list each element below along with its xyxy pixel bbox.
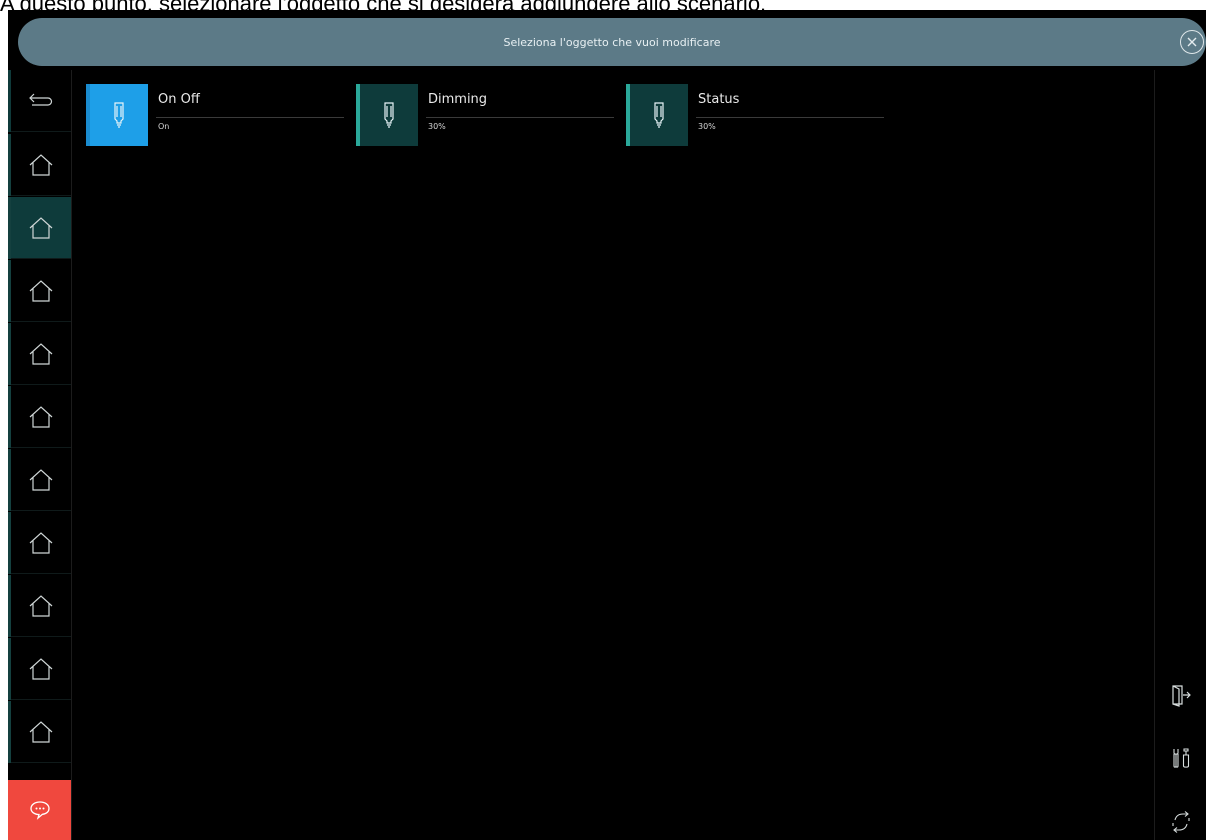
home-icon — [29, 343, 53, 365]
chat-bubble-icon — [29, 801, 50, 820]
sidebar-room-item[interactable] — [8, 134, 71, 196]
home-icon — [29, 217, 53, 239]
object-tile[interactable]: Status 30% — [626, 84, 886, 146]
bulb-icon — [384, 102, 394, 128]
bulb-icon — [654, 102, 664, 128]
home-icon — [29, 658, 53, 680]
tile-value: On — [158, 122, 170, 131]
tile-name: Status — [698, 92, 740, 107]
sidebar-room-item[interactable] — [8, 701, 71, 763]
object-tile[interactable]: On Off On — [86, 84, 346, 146]
home-icon — [29, 469, 53, 491]
tile-divider — [426, 117, 614, 118]
back-button[interactable] — [8, 70, 71, 132]
tile-divider — [156, 117, 344, 118]
tools-button[interactable] — [1164, 741, 1198, 775]
tile-value: 30% — [698, 122, 716, 131]
back-arrow-icon — [29, 93, 53, 106]
sync-arrows-icon — [1172, 811, 1190, 833]
sidebar-room-item[interactable] — [8, 449, 71, 511]
home-icon — [29, 406, 53, 428]
tile-icon-box — [626, 84, 688, 146]
sidebar-room-item[interactable] — [8, 197, 71, 259]
home-icon — [29, 154, 53, 176]
tools-icon — [1173, 748, 1190, 768]
sidebar-room-item[interactable] — [8, 323, 71, 385]
home-icon — [29, 721, 53, 743]
tile-divider — [696, 117, 884, 118]
sidebar-room-item[interactable] — [8, 575, 71, 637]
bulb-icon — [114, 102, 124, 128]
page-title: Seleziona l'oggetto che vuoi modificare — [503, 35, 721, 49]
object-grid: On Off On Dimming 30% Status 30% — [71, 70, 1155, 840]
tile-name: On Off — [158, 92, 200, 107]
sidebar-room-item[interactable] — [8, 638, 71, 700]
sidebar-room-item[interactable] — [8, 386, 71, 448]
sidebar — [8, 70, 71, 840]
sidebar-room-item[interactable] — [8, 512, 71, 574]
sync-button[interactable] — [1164, 805, 1198, 839]
tile-icon-box — [86, 84, 148, 146]
tile-value: 30% — [428, 122, 446, 131]
title-bar: Seleziona l'oggetto che vuoi modificare — [18, 18, 1206, 66]
logout-button[interactable] — [1164, 678, 1198, 712]
tile-icon-box — [356, 84, 418, 146]
tile-name: Dimming — [428, 92, 488, 107]
close-circle-icon — [1187, 37, 1197, 47]
chat-button[interactable] — [8, 780, 71, 840]
home-icon — [29, 280, 53, 302]
home-icon — [29, 532, 53, 554]
object-tile[interactable]: Dimming 30% — [356, 84, 616, 146]
sidebar-room-item[interactable] — [8, 260, 71, 322]
home-icon — [29, 595, 53, 617]
app-window: Seleziona l'oggetto che vuoi modificare … — [8, 10, 1206, 840]
right-toolbar — [1156, 70, 1206, 840]
close-button[interactable] — [1180, 30, 1204, 54]
logout-door-icon — [1172, 685, 1191, 707]
